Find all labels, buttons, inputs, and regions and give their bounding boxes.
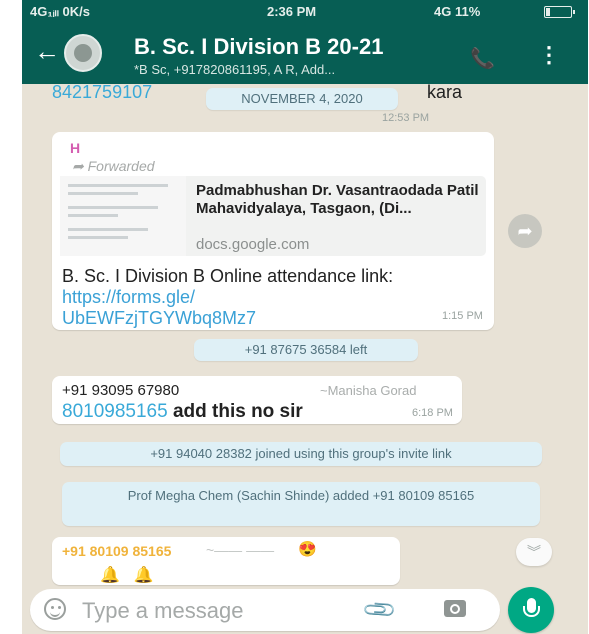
form-link[interactable]: https://forms.gle/ [62, 287, 195, 307]
message-text: B. Sc. I Division B Online attendance li… [62, 266, 394, 328]
message-bubble-forwarded[interactable]: H ➦ Forwarded Padmabhushan Dr. Vasantrao… [52, 132, 494, 330]
link-preview[interactable]: Padmabhushan Dr. Vasantraodada Patil Mah… [60, 176, 486, 256]
sender-phone[interactable]: +91 93095 67980 [62, 382, 179, 399]
forwarded-label: ➦ Forwarded [72, 158, 155, 174]
previous-message-number[interactable]: 8421759107 [52, 82, 152, 103]
share-forward-icon[interactable]: ➦ [508, 214, 542, 248]
battery-percent: 4G 11% [434, 4, 481, 19]
group-members[interactable]: *B Sc, +917820861195, A R, Add... [134, 62, 335, 77]
system-message-left: +91 87675 36584 left [194, 339, 418, 361]
message-time: 6:18 PM [412, 407, 453, 419]
camera-icon[interactable] [444, 600, 466, 617]
phone-link[interactable]: 8010985165 [62, 401, 168, 422]
message-composer: 📎 [30, 589, 500, 631]
add-call-icon[interactable]: 📞 [470, 46, 495, 71]
sender-phone[interactable]: +91 80109 85165 [62, 543, 171, 559]
link-preview-thumbnail [60, 176, 186, 256]
emoji-icon[interactable] [44, 598, 66, 620]
group-avatar[interactable] [64, 34, 102, 72]
voice-record-button[interactable] [508, 587, 554, 633]
message-input[interactable] [80, 595, 354, 627]
phone-screen: 4G₁ᵢₗₗ 0K/s 2:36 PM 4G 11% ← B. Sc. I Di… [22, 0, 588, 634]
date-chip: NOVEMBER 4, 2020 [206, 88, 398, 110]
system-message-joined: +91 94040 28382 joined using this group'… [60, 442, 542, 466]
scroll-down-icon[interactable]: ︾ [516, 538, 552, 566]
back-arrow-icon[interactable]: ← [34, 38, 60, 64]
system-message-added: Prof Megha Chem (Sachin Shinde) added +9… [62, 482, 540, 526]
attach-paperclip-icon[interactable]: 📎 [361, 591, 399, 629]
microphone-icon [523, 598, 540, 617]
sender-name: ~Manisha Gorad [320, 383, 417, 398]
group-title[interactable]: B. Sc. I Division B 20-21 [134, 34, 383, 60]
battery-icon [544, 6, 575, 18]
message-time: 1:15 PM [442, 310, 483, 322]
heart-eyes-emoji-icon: 😍 [298, 541, 317, 558]
message-bubble[interactable]: +91 93095 67980 ~Manisha Gorad 801098516… [52, 376, 462, 424]
sender-name: H [70, 140, 81, 156]
more-options-icon[interactable]: ⋮ [538, 42, 560, 68]
clock: 2:36 PM [267, 4, 317, 19]
chat-header[interactable]: ← B. Sc. I Division B 20-21 *B Sc, +9178… [22, 22, 588, 84]
message-text: 8010985165 add this no sir [62, 401, 303, 422]
message-bubble[interactable]: +91 80109 85165 ~—— —— 😍 🔔🔔 [52, 537, 400, 585]
network-indicator: 4G₁ᵢₗₗ 0K/s [30, 4, 90, 19]
link-preview-domain: docs.google.com [196, 236, 310, 253]
form-link-continued[interactable]: UbEWFzjTGYWbq8Mz7 [62, 308, 256, 328]
sender-name: ~—— —— [206, 542, 275, 558]
link-preview-title: Padmabhushan Dr. Vasantraodada Patil Mah… [196, 182, 479, 217]
status-bar: 4G₁ᵢₗₗ 0K/s 2:36 PM 4G 11% [22, 0, 588, 22]
message-time: 12:53 PM [382, 112, 430, 124]
bell-emoji-icon: 🔔🔔 [100, 567, 168, 584]
previous-message-text: kara [427, 82, 463, 102]
